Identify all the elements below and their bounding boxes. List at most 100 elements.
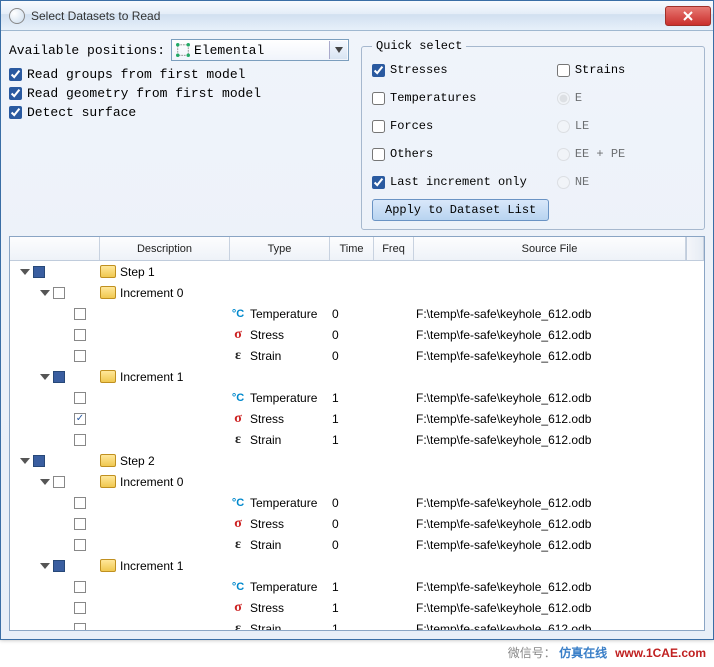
table-row[interactable]: °CTemperature0F:\temp\fe-safe\keyhole_61… xyxy=(10,492,704,513)
table-row[interactable]: °CTemperature1F:\temp\fe-safe\keyhole_61… xyxy=(10,387,704,408)
table-row[interactable]: σStress0F:\temp\fe-safe\keyhole_612.odb xyxy=(10,324,704,345)
col-time[interactable]: Time xyxy=(330,237,374,260)
checkbox-empty-icon[interactable] xyxy=(74,434,86,446)
checkbox-empty-icon[interactable] xyxy=(74,308,86,320)
check-stresses[interactable]: Stresses xyxy=(372,63,527,77)
table-row[interactable]: Step 1 xyxy=(10,261,704,282)
checkbox-solid-icon[interactable] xyxy=(53,371,65,383)
folder-icon xyxy=(100,286,116,299)
quick-select-group: Quick select Stresses Temperatures Force… xyxy=(361,39,705,230)
chevron-down-icon xyxy=(329,41,347,59)
checkbox-empty-icon[interactable] xyxy=(74,350,86,362)
table-row[interactable]: Increment 0 xyxy=(10,282,704,303)
folder-icon xyxy=(100,370,116,383)
check-detect-surface-box[interactable] xyxy=(9,106,22,119)
checkbox-empty-icon[interactable] xyxy=(74,539,86,551)
apply-button[interactable]: Apply to Dataset List xyxy=(372,199,549,221)
table-row[interactable]: Step 2 xyxy=(10,450,704,471)
close-icon xyxy=(682,10,694,22)
table-row[interactable]: εStrain1F:\temp\fe-safe\keyhole_612.odb xyxy=(10,618,704,630)
checkbox-empty-icon[interactable] xyxy=(74,329,86,341)
check-read-groups[interactable]: Read groups from first model xyxy=(9,67,349,82)
checkbox-empty-icon[interactable] xyxy=(74,581,86,593)
close-button[interactable] xyxy=(665,6,711,26)
checkbox-empty-icon[interactable] xyxy=(53,287,65,299)
left-options: Available positions: Elemental xyxy=(9,39,349,230)
col-check[interactable] xyxy=(10,237,100,260)
check-temperatures[interactable]: Temperatures xyxy=(372,91,527,105)
radio-le: LE xyxy=(557,119,625,133)
table-row[interactable]: σStress0F:\temp\fe-safe\keyhole_612.odb xyxy=(10,513,704,534)
check-strains[interactable]: Strains xyxy=(557,63,625,77)
temperature-icon: °C xyxy=(230,580,246,594)
check-last-increment[interactable]: Last increment only xyxy=(372,175,527,189)
col-type[interactable]: Type xyxy=(230,237,330,260)
checkbox-empty-icon[interactable] xyxy=(74,392,86,404)
radio-e: E xyxy=(557,91,625,105)
checkbox-empty-icon[interactable] xyxy=(74,497,86,509)
temperature-icon: °C xyxy=(230,391,246,405)
check-forces[interactable]: Forces xyxy=(372,119,527,133)
check-read-groups-box[interactable] xyxy=(9,68,22,81)
titlebar[interactable]: Select Datasets to Read xyxy=(1,1,713,31)
stress-icon: σ xyxy=(230,601,246,615)
radio-ne: NE xyxy=(557,175,625,189)
table-row[interactable]: °CTemperature1F:\temp\fe-safe\keyhole_61… xyxy=(10,576,704,597)
folder-icon xyxy=(100,265,116,278)
table-row[interactable]: σStress1F:\temp\fe-safe\keyhole_612.odb xyxy=(10,597,704,618)
checkbox-solid-icon[interactable] xyxy=(33,455,45,467)
footer-watermark: 微信号： 仿真在线 www.1CAE.com xyxy=(0,640,714,665)
expander-icon[interactable] xyxy=(40,290,50,296)
quick-select-legend: Quick select xyxy=(372,39,466,53)
app-icon xyxy=(9,8,25,24)
check-read-geometry-box[interactable] xyxy=(9,87,22,100)
watermark-url: www.1CAE.com xyxy=(615,646,706,660)
dataset-table: Description Type Time Freq Source File S… xyxy=(9,236,705,631)
table-row[interactable]: εStrain1F:\temp\fe-safe\keyhole_612.odb xyxy=(10,429,704,450)
table-row[interactable]: εStrain0F:\temp\fe-safe\keyhole_612.odb xyxy=(10,534,704,555)
window-title: Select Datasets to Read xyxy=(31,9,665,23)
table-body[interactable]: Step 1 Increment 0°CTemperature0F:\temp\… xyxy=(10,261,704,630)
check-read-geometry[interactable]: Read geometry from first model xyxy=(9,86,349,101)
checkbox-empty-icon[interactable] xyxy=(74,623,86,631)
positions-combo[interactable]: Elemental xyxy=(171,39,349,61)
expander-icon[interactable] xyxy=(40,479,50,485)
expander-icon[interactable] xyxy=(20,458,30,464)
expander-icon[interactable] xyxy=(40,374,50,380)
col-src[interactable]: Source File xyxy=(414,237,686,260)
positions-value: Elemental xyxy=(194,43,264,58)
positions-label: Available positions: xyxy=(9,43,165,58)
table-row[interactable]: Increment 1 xyxy=(10,555,704,576)
radio-eepe: EE + PE xyxy=(557,147,625,161)
strain-icon: ε xyxy=(230,433,246,447)
checkbox-empty-icon[interactable] xyxy=(74,602,86,614)
expander-icon[interactable] xyxy=(20,269,30,275)
expander-icon[interactable] xyxy=(40,563,50,569)
col-freq[interactable]: Freq xyxy=(374,237,414,260)
folder-icon xyxy=(100,559,116,572)
strain-icon: ε xyxy=(230,349,246,363)
checkbox-solid-icon[interactable] xyxy=(53,560,65,572)
checkbox-empty-icon[interactable] xyxy=(74,518,86,530)
watermark-label: 微信号： 仿真在线 xyxy=(508,644,607,661)
dialog-window: Select Datasets to Read Available positi… xyxy=(0,0,714,640)
stress-icon: σ xyxy=(230,412,246,426)
elemental-icon xyxy=(176,43,190,57)
table-row[interactable]: °CTemperature0F:\temp\fe-safe\keyhole_61… xyxy=(10,303,704,324)
scrollbar-header-stub xyxy=(686,237,704,260)
table-row[interactable]: Increment 1 xyxy=(10,366,704,387)
checkbox-solid-icon[interactable] xyxy=(33,266,45,278)
checkbox-checked-icon[interactable]: ✓ xyxy=(74,413,86,425)
strain-icon: ε xyxy=(230,622,246,631)
strain-icon: ε xyxy=(230,538,246,552)
table-row[interactable]: ✓σStress1F:\temp\fe-safe\keyhole_612.odb xyxy=(10,408,704,429)
stress-icon: σ xyxy=(230,517,246,531)
check-others[interactable]: Others xyxy=(372,147,527,161)
table-row[interactable]: Increment 0 xyxy=(10,471,704,492)
checkbox-empty-icon[interactable] xyxy=(53,476,65,488)
col-desc[interactable]: Description xyxy=(100,237,230,260)
check-detect-surface[interactable]: Detect surface xyxy=(9,105,349,120)
temperature-icon: °C xyxy=(230,307,246,321)
folder-icon xyxy=(100,454,116,467)
table-row[interactable]: εStrain0F:\temp\fe-safe\keyhole_612.odb xyxy=(10,345,704,366)
